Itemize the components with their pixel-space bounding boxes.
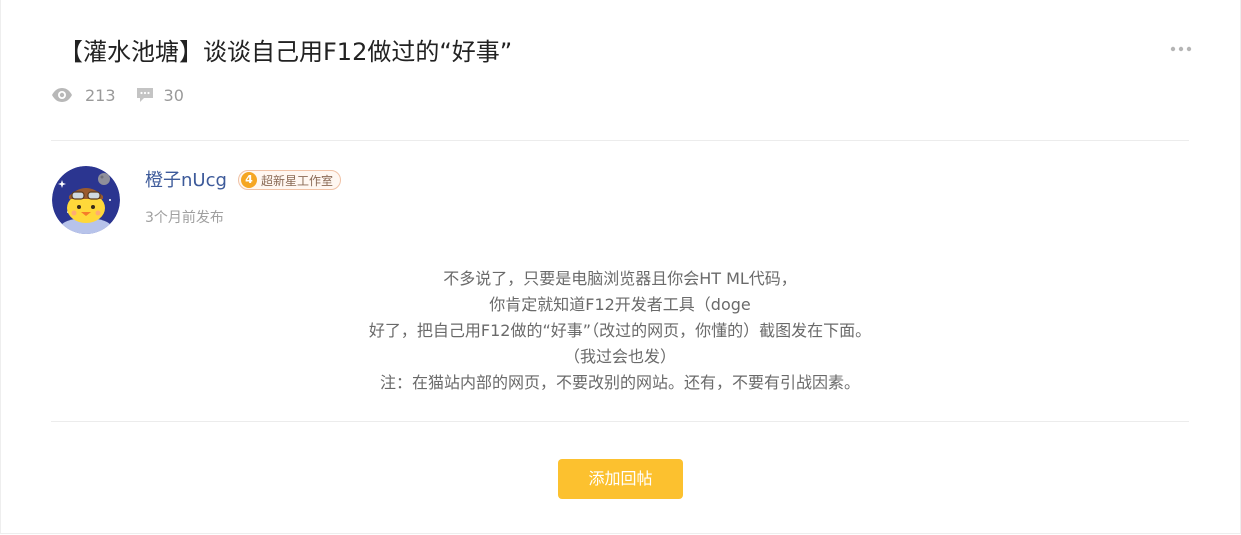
- content-line: （我过会也发）: [563, 347, 676, 366]
- post-card: 【灌水池塘】谈谈自己用F12做过的“好事” 213 30 橙子nUcg 4 超新…: [0, 0, 1241, 534]
- content-divider: [51, 421, 1189, 422]
- post-stats: 213 30: [51, 82, 184, 108]
- comments-count: 30: [163, 85, 184, 105]
- content-line: 注：在猫站内部的网页，不要改别的网站。还有，不要有引战因素。: [379, 373, 860, 392]
- content-line: 好了，把自己用F12做的“好事”（改过的网页，你懂的）截图发在下面。: [368, 321, 872, 340]
- content-line: 不多说了，只要是电脑浏览器且你会HT ML代码，: [443, 269, 797, 288]
- avatar[interactable]: [52, 166, 120, 234]
- author-name[interactable]: 橙子nUcg: [145, 168, 227, 194]
- post-content: 不多说了，只要是电脑浏览器且你会HT ML代码， 你肯定就知道F12开发者工具（…: [51, 266, 1189, 396]
- add-reply-button[interactable]: 添加回帖: [558, 459, 683, 499]
- header-divider: [51, 140, 1189, 141]
- more-dots-icon[interactable]: [1167, 40, 1195, 58]
- badge-level-icon: 4: [241, 172, 257, 188]
- studio-badge[interactable]: 4 超新星工作室: [238, 170, 342, 190]
- badge-label: 超新星工作室: [261, 173, 334, 188]
- post-title: 【灌水池塘】谈谈自己用F12做过的“好事”: [59, 38, 513, 66]
- comment-icon: [136, 88, 153, 102]
- views-count: 213: [85, 85, 116, 105]
- content-line: 你肯定就知道F12开发者工具（doge: [489, 295, 751, 314]
- eye-icon: [52, 88, 72, 102]
- post-time: 3个月前发布: [145, 210, 224, 226]
